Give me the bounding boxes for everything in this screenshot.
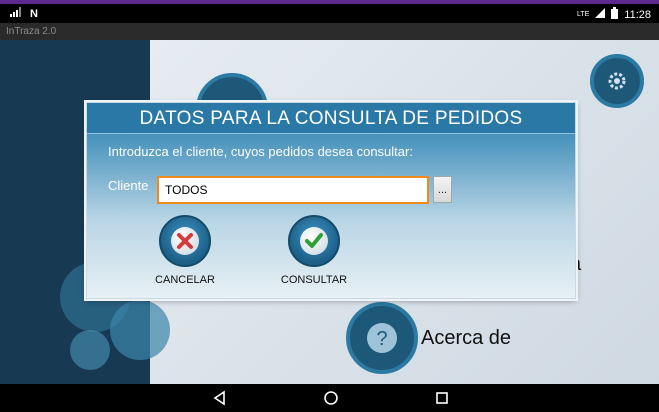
client-input[interactable] <box>157 176 429 204</box>
cell-signal-icon <box>595 8 606 21</box>
status-bar: N LTE 11:28 <box>0 4 659 23</box>
decor-bubble <box>70 330 110 370</box>
device-screen: N LTE 11:28 InTraza 2.0 ? Acerca de DATO… <box>0 0 659 412</box>
battery-icon <box>611 7 619 22</box>
help-icon: ? <box>366 322 398 359</box>
query-orders-dialog: DATOS PARA LA CONSULTA DE PEDIDOS Introd… <box>86 102 576 299</box>
navigation-bar <box>0 384 659 412</box>
cancel-label: CANCELAR <box>155 274 215 286</box>
dialog-instruction: Introduzca el cliente, cuyos pedidos des… <box>108 144 413 159</box>
status-time: 11:28 <box>624 8 651 21</box>
settings-button[interactable] <box>590 54 644 108</box>
client-label: Cliente <box>108 178 149 193</box>
decor-bubble <box>110 300 170 360</box>
home-icon[interactable] <box>323 390 339 406</box>
cancel-button[interactable]: CANCELAR <box>140 215 230 286</box>
consult-button[interactable]: CONSULTAR <box>269 215 359 286</box>
sim-badge: N <box>30 7 38 20</box>
app-title: InTraza 2.0 <box>6 26 57 37</box>
consult-label: CONSULTAR <box>280 274 348 286</box>
back-icon[interactable] <box>212 390 228 406</box>
dialog-title: DATOS PARA LA CONSULTA DE PEDIDOS <box>87 103 575 134</box>
close-icon <box>175 231 195 256</box>
recent-apps-icon[interactable] <box>434 390 450 406</box>
about-label[interactable]: Acerca de <box>421 327 511 350</box>
browse-client-button[interactable]: ... <box>433 176 452 203</box>
gear-icon <box>606 70 628 97</box>
about-button[interactable]: ? <box>346 302 418 374</box>
app-titlebar: InTraza 2.0 <box>0 23 659 40</box>
svg-text:?: ? <box>376 328 387 350</box>
network-badge: LTE <box>576 11 590 18</box>
check-icon <box>304 231 324 256</box>
signal-icon <box>10 7 22 20</box>
